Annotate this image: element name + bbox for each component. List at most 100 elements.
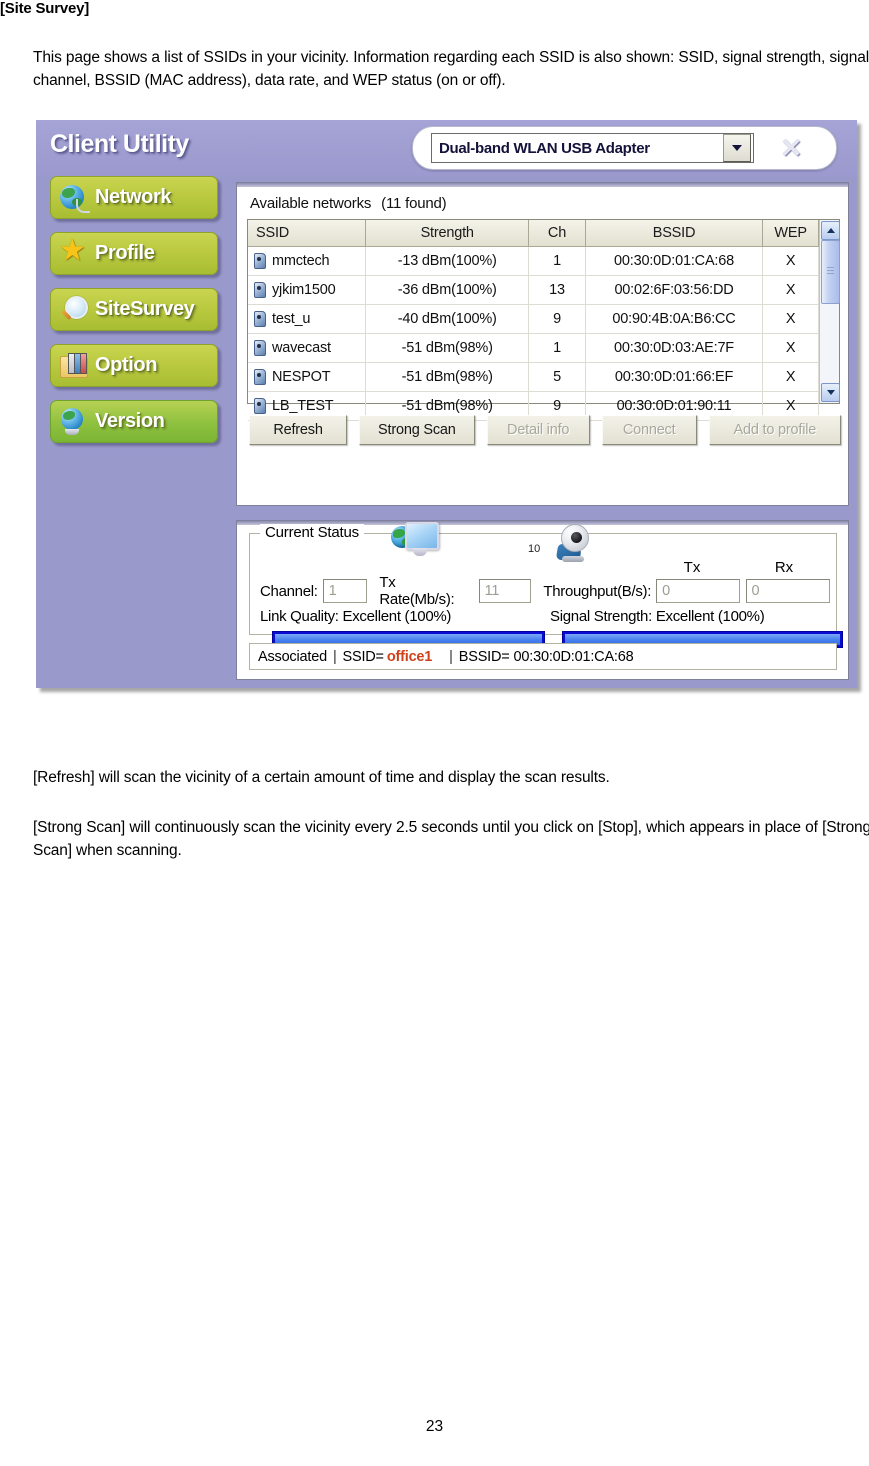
sidebar-item-label: SiteSurvey xyxy=(95,298,195,320)
status-fields-row: Channel: 1 Tx Rate(Mb/s): 11 Throughput(… xyxy=(260,574,830,608)
signal-strength-label: Signal Strength: xyxy=(550,608,652,625)
link-quality-label: Link Quality: xyxy=(260,608,339,625)
adapter-dropdown[interactable]: Dual-band WLAN USB Adapter xyxy=(431,133,754,163)
adapter-toolbar: Dual-band WLAN USB Adapter ✕ xyxy=(412,126,837,170)
sidebar-item-label: Version xyxy=(95,410,165,432)
sidebar-item-profile[interactable]: ★ Profile xyxy=(50,232,218,275)
page-title: [Site Survey] xyxy=(0,0,90,17)
folder-books-icon xyxy=(60,352,88,380)
star-icon: ★ xyxy=(59,233,86,267)
table-row[interactable]: test_u -40 dBm(100%) 9 00:90:4B:0A:B6:CC X xyxy=(248,304,819,334)
connect-button: Connect xyxy=(601,415,697,445)
cell-strength: -51 dBm(98%) xyxy=(365,362,530,392)
network-signal-icon xyxy=(252,340,266,356)
adapter-selected-value: Dual-band WLAN USB Adapter xyxy=(439,139,650,157)
column-header-strength[interactable]: Strength xyxy=(365,220,530,247)
column-header-ssid[interactable]: SSID xyxy=(248,220,367,247)
strong-scan-description-paragraph: [Strong Scan] will continuously scan the… xyxy=(33,819,869,859)
ssid-text: LB_TEST xyxy=(272,398,334,414)
tx-label: Tx xyxy=(683,559,701,576)
ssid-text: wavecast xyxy=(272,340,331,356)
cell-bssid: 00:02:6F:03:56:DD xyxy=(585,275,764,305)
cell-strength: -40 dBm(100%) xyxy=(365,304,530,334)
sidebar-item-label: Network xyxy=(95,186,172,208)
column-header-bssid[interactable]: BSSID xyxy=(585,220,764,247)
rx-throughput-value: 0 xyxy=(745,579,830,603)
cell-wep: X xyxy=(762,275,819,305)
sidebar-item-version[interactable]: Version xyxy=(50,400,218,443)
add-to-profile-button: Add to profile xyxy=(708,415,841,445)
globe-stand-icon xyxy=(60,407,88,436)
cell-ssid: wavecast xyxy=(248,333,367,363)
page-number: 23 xyxy=(425,1418,444,1435)
sidebar-item-label: Profile xyxy=(95,242,155,264)
detail-info-button: Detail info xyxy=(486,415,590,445)
sidebar-item-label: Option xyxy=(95,354,158,376)
cell-ch: 1 xyxy=(528,333,586,363)
networks-table: SSID Strength Ch BSSID WEP mmctech -13 dB… xyxy=(248,220,819,421)
ssid-text: test_u xyxy=(272,311,311,327)
ssid-text: NESPOT xyxy=(272,369,331,385)
chevron-down-glyph xyxy=(732,145,742,151)
table-row[interactable]: mmctech -13 dBm(100%) 1 00:30:0D:01:CA:68 X xyxy=(248,246,819,276)
cell-bssid: 00:90:4B:0A:B6:CC xyxy=(585,304,764,334)
cell-bssid: 00:30:0D:01:CA:68 xyxy=(585,246,764,276)
network-signal-icon xyxy=(252,311,266,327)
cell-ssid: NESPOT xyxy=(248,362,367,392)
ap-number-label: 10 xyxy=(528,543,541,555)
signal-strength-value: Excellent (100%) xyxy=(655,608,765,625)
cell-ssid: yjkim1500 xyxy=(248,275,367,305)
globe-monitor-icon xyxy=(391,520,439,564)
magnifier-icon xyxy=(60,295,88,324)
status-separator: | xyxy=(332,648,337,665)
panel-top-edge xyxy=(237,183,848,187)
cell-ch: 13 xyxy=(528,275,586,305)
cell-bssid: 00:30:0D:01:66:EF xyxy=(585,362,764,392)
ssid-label: SSID= xyxy=(342,648,385,665)
table-header-row: SSID Strength Ch BSSID WEP xyxy=(248,220,819,247)
strong-scan-button[interactable]: Strong Scan xyxy=(359,415,475,445)
close-icon[interactable]: ✕ xyxy=(775,133,807,163)
ssid-text: yjkim1500 xyxy=(272,282,336,298)
available-networks-count: (11 found) xyxy=(381,195,447,212)
window-titlebar: Client Utility Dual-band WLAN USB Adapte… xyxy=(36,120,857,176)
tx-rate-value: 11 xyxy=(478,579,532,603)
cell-strength: -13 dBm(100%) xyxy=(365,246,530,276)
sidebar-item-network[interactable]: Network xyxy=(50,176,218,219)
scrollbar-thumb[interactable] xyxy=(821,240,840,304)
networks-table-scrollbar[interactable] xyxy=(819,220,840,403)
status-separator: | xyxy=(449,648,453,665)
table-row[interactable]: wavecast -51 dBm(98%) 1 00:30:0D:03:AE:7F X xyxy=(248,333,819,363)
globe-network-icon xyxy=(60,184,90,213)
sidebar-nav: Network ★ Profile SiteSurvey Option Vers… xyxy=(44,176,232,676)
associated-ssid-value: office1 xyxy=(386,648,433,665)
sidebar-item-sitesurvey[interactable]: SiteSurvey xyxy=(50,288,218,331)
network-signal-icon xyxy=(252,398,266,414)
cell-wep: X xyxy=(762,362,819,392)
available-networks-title: Available networks xyxy=(250,195,372,212)
networks-action-buttons: Refresh Strong Scan Detail info Connect … xyxy=(249,415,841,445)
cell-wep: X xyxy=(762,246,819,276)
client-utility-window: Client Utility Dual-band WLAN USB Adapte… xyxy=(36,120,857,688)
scroll-down-icon[interactable] xyxy=(821,383,840,402)
channel-label: Channel: xyxy=(260,582,318,600)
table-row[interactable]: NESPOT -51 dBm(98%) 5 00:30:0D:01:66:EF X xyxy=(248,362,819,392)
network-signal-icon xyxy=(252,369,266,385)
sidebar-item-option[interactable]: Option xyxy=(50,344,218,387)
cell-ch: 1 xyxy=(528,246,586,276)
intro-paragraph: This page shows a list of SSIDs in your … xyxy=(33,49,869,89)
ssid-text: mmctech xyxy=(272,253,330,269)
column-header-wep[interactable]: WEP xyxy=(762,220,819,247)
table-row[interactable]: yjkim1500 -36 dBm(100%) 13 00:02:6F:03:56:D… xyxy=(248,275,819,305)
scroll-up-icon[interactable] xyxy=(821,221,840,240)
cell-strength: -51 dBm(98%) xyxy=(365,333,530,363)
refresh-button[interactable]: Refresh xyxy=(249,415,348,445)
tx-throughput-value: 0 xyxy=(656,579,740,603)
cell-wep: X xyxy=(762,304,819,334)
column-header-ch[interactable]: Ch xyxy=(528,220,586,247)
chevron-down-icon[interactable] xyxy=(723,134,751,162)
networks-table-container: SSID Strength Ch BSSID WEP mmctech -13 dB… xyxy=(247,219,840,421)
app-title: Client Utility xyxy=(50,130,189,158)
current-status-group: Current Status 10 Tx Rx Channel: 1 Tx Ra… xyxy=(249,522,843,648)
cell-bssid: 00:30:0D:03:AE:7F xyxy=(585,333,764,363)
